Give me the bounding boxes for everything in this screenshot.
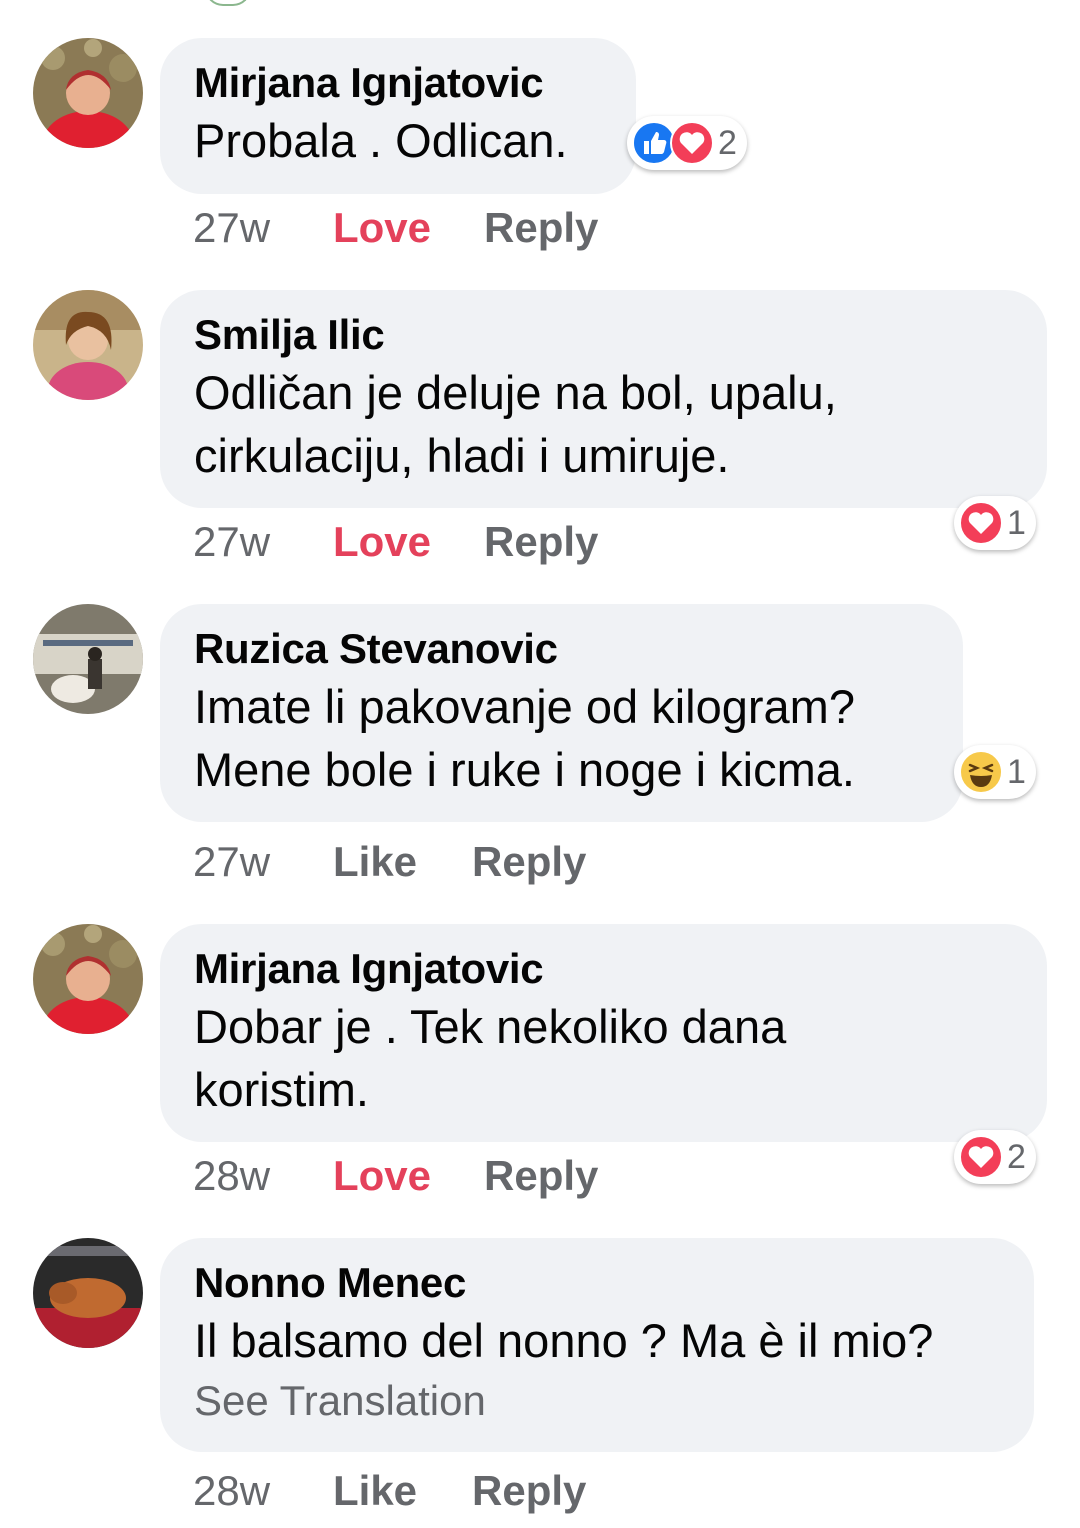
reaction-count: 1 <box>1007 752 1026 791</box>
like-button[interactable]: Like <box>333 837 417 887</box>
love-icon <box>670 121 714 165</box>
comment-bubble: Mirjana Ignjatovic Dobar je . Tek nekoli… <box>160 924 1047 1142</box>
comment-timestamp[interactable]: 28w <box>193 1466 270 1516</box>
comment-timestamp[interactable]: 27w <box>193 837 270 887</box>
comment-author[interactable]: Smilja Ilic <box>194 310 1013 360</box>
comment-text-line: cirkulaciju, hladi i umiruje. <box>194 429 730 482</box>
like-button[interactable]: Like <box>333 1466 417 1516</box>
comment-bubble: Ruzica Stevanovic Imate li pakovanje od … <box>160 604 963 822</box>
comment-author[interactable]: Mirjana Ignjatovic <box>194 944 1013 994</box>
comment-text-line: Mene bole i ruke i noge i kicma. <box>194 743 855 796</box>
comment-timestamp[interactable]: 28w <box>193 1151 270 1201</box>
love-button[interactable]: Love <box>333 1151 431 1201</box>
comment-text-line: Imate li pakovanje od kilogram? <box>194 680 855 733</box>
comment-text-line: Odličan je deluje na bol, upalu, <box>194 366 837 419</box>
reply-button[interactable]: Reply <box>472 1466 586 1516</box>
haha-icon <box>959 750 1003 794</box>
reaction-summary[interactable]: 2 <box>954 1130 1036 1184</box>
comment-author[interactable]: Ruzica Stevanovic <box>194 624 929 674</box>
reaction-count: 2 <box>718 123 737 162</box>
reaction-summary[interactable]: 2 <box>627 116 747 170</box>
avatar[interactable] <box>33 604 143 714</box>
love-button[interactable]: Love <box>333 517 431 567</box>
comment-text-line: koristim. <box>194 1063 369 1116</box>
comment-bubble: Smilja Ilic Odličan je deluje na bol, up… <box>160 290 1047 508</box>
avatar[interactable] <box>33 1238 143 1348</box>
avatar[interactable] <box>33 924 143 1034</box>
reaction-summary[interactable]: 1 <box>954 496 1036 550</box>
comment-timestamp[interactable]: 27w <box>193 203 270 253</box>
reaction-count: 1 <box>1007 503 1026 542</box>
love-button[interactable]: Love <box>333 203 431 253</box>
comment-bubble: Mirjana Ignjatovic Probala . Odlican. <box>160 38 636 194</box>
reply-button[interactable]: Reply <box>484 203 598 253</box>
comment-author[interactable]: Mirjana Ignjatovic <box>194 58 602 108</box>
comment-bubble: Nonno Menec Il balsamo del nonno ? Ma è … <box>160 1238 1034 1452</box>
reply-button[interactable]: Reply <box>484 1151 598 1201</box>
reply-button[interactable]: Reply <box>472 837 586 887</box>
reaction-summary[interactable]: 1 <box>954 745 1036 799</box>
love-icon <box>959 1135 1003 1179</box>
see-translation-link[interactable]: See Translation <box>194 1374 1000 1428</box>
reply-button[interactable]: Reply <box>484 517 598 567</box>
comment-timestamp[interactable]: 27w <box>193 517 270 567</box>
page-logo-fragment <box>205 0 251 6</box>
avatar[interactable] <box>33 38 143 148</box>
love-icon <box>959 501 1003 545</box>
comment-text-line: Dobar je . Tek nekoliko dana <box>194 1000 787 1053</box>
avatar[interactable] <box>33 290 143 400</box>
reaction-count: 2 <box>1007 1137 1026 1176</box>
comment-text: Probala . Odlican. <box>194 114 568 167</box>
comment-author[interactable]: Nonno Menec <box>194 1258 1000 1308</box>
comment-text: Il balsamo del nonno ? Ma è il mio? <box>194 1314 934 1367</box>
